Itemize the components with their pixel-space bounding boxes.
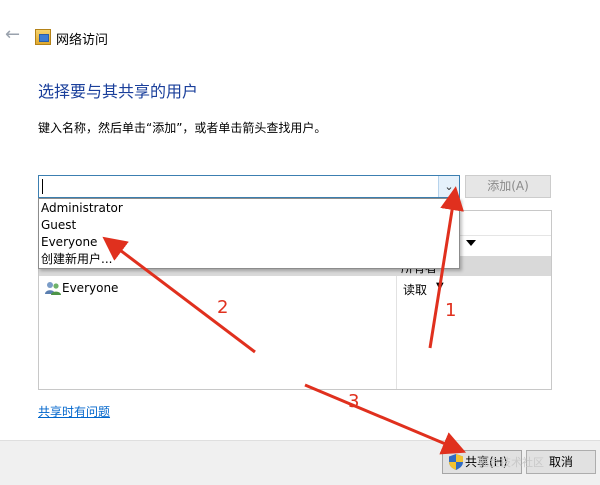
back-arrow-icon[interactable]: ← bbox=[5, 26, 23, 44]
dropdown-option-administrator[interactable]: Administrator bbox=[41, 200, 123, 217]
title-bar: ← 网络访问 bbox=[0, 0, 600, 72]
permission-header-arrow-icon[interactable] bbox=[466, 240, 476, 246]
share-button-label: 共享(H) bbox=[465, 455, 508, 469]
share-button[interactable]: 共享(H) bbox=[442, 450, 522, 474]
user-name-combobox[interactable]: ⌄ bbox=[38, 175, 460, 198]
add-button[interactable]: 添加(A) bbox=[465, 175, 551, 198]
users-group-icon bbox=[45, 282, 61, 295]
list-row-everyone[interactable]: Everyone 读取 ▼ bbox=[39, 278, 551, 298]
dropdown-option-guest[interactable]: Guest bbox=[41, 217, 76, 234]
annotation-label-1: 1 bbox=[445, 300, 457, 321]
dropdown-option-create-user[interactable]: 创建新用户... bbox=[41, 251, 112, 268]
user-dropdown-list: Administrator Guest Everyone 创建新用户... bbox=[38, 198, 460, 269]
annotation-arrow-3 bbox=[304, 383, 467, 455]
instruction-text: 键入名称，然后单击“添加”，或者单击箭头查找用户。 bbox=[38, 121, 327, 135]
annotation-label-2: 2 bbox=[217, 297, 229, 318]
chevron-down-icon: ⌄ bbox=[444, 180, 454, 193]
text-caret bbox=[42, 179, 43, 194]
network-access-icon bbox=[35, 29, 51, 45]
help-link[interactable]: 共享时有问题 bbox=[38, 403, 110, 420]
permission-dropdown-icon[interactable]: ▼ bbox=[436, 281, 444, 292]
page-heading: 选择要与其共享的用户 bbox=[38, 82, 199, 101]
dropdown-option-everyone[interactable]: Everyone bbox=[41, 234, 97, 251]
cancel-button[interactable]: 取消 bbox=[526, 450, 596, 474]
row-permission: 读取 bbox=[403, 283, 428, 297]
window-title: 网络访问 bbox=[56, 33, 109, 48]
annotation-label-3: 3 bbox=[348, 391, 360, 412]
row-user-name: Everyone bbox=[62, 281, 119, 295]
uac-shield-icon bbox=[449, 454, 463, 470]
dropdown-arrow-button[interactable]: ⌄ bbox=[438, 176, 459, 197]
